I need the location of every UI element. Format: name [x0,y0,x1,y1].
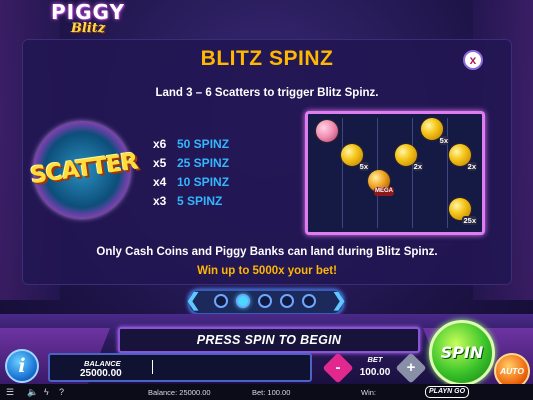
provider-logo: PLAYN GO [425,386,470,398]
bet-label: BET [367,355,383,364]
increase-bet-button[interactable]: + [395,352,427,384]
page-dot-4[interactable] [280,294,294,308]
close-button[interactable]: x [463,50,483,70]
page-navigator: ❮ ❯ [178,286,354,315]
paytable-subtitle: Land 3 – 6 Scatters to trigger Blitz Spi… [155,87,379,99]
info-button[interactable]: i [5,349,39,383]
message-bar: PRESS SPIN TO BEGIN [118,327,420,353]
payout-list: x6 50 SPINZ x5 25 SPINZ x4 10 SPINZ x3 5 SPI… [153,135,229,211]
max-win-text: Win up to 5000x your bet! [197,265,337,277]
info-text: Only Cash Coins and Piggy Banks can land… [96,246,438,258]
coin-multiplier: 5x [438,136,449,145]
payout-count: x4 [153,175,167,189]
status-win: Win: [361,388,376,397]
cash-coin-icon: 2x [449,144,477,171]
coin-multiplier: 2x [412,162,423,171]
payout-count: x6 [153,137,167,151]
piggy-bank-icon [316,120,338,142]
coin-multiplier: MEGA [374,187,394,196]
payout-count: x3 [153,194,167,208]
menu-icon[interactable]: ☰ [6,387,14,398]
bet-value: 100.00 [359,367,391,378]
mega-coin-icon: MEGA [368,170,394,196]
grid-divider [412,118,413,228]
payout-row: x6 50 SPINZ [153,135,229,154]
balance-display: BALANCE 25000.00 [48,353,312,382]
example-reel-grid: 5x 5x 2x 2x MEGA 25x [305,111,485,235]
minus-icon: - [335,359,341,376]
status-bar: ☰ 🔈 ϟ ? Balance: 25000.00 Bet: 100.00 Wi… [0,384,533,400]
bet-display: BET 100.00 [355,355,395,378]
payout-count: x5 [153,156,167,170]
coin-multiplier: 2x [466,162,477,171]
sound-icon[interactable]: 🔈 [27,387,38,398]
turbo-icon[interactable]: ϟ [44,387,49,397]
spin-button[interactable]: SPIN [429,320,495,386]
page-dot-1[interactable] [214,294,228,308]
prev-page-button[interactable]: ❮ [184,289,202,311]
cash-coin-icon: 25x [449,198,477,225]
plus-icon: + [406,359,416,376]
payout-spins: 25 SPINZ [177,156,230,170]
payout-spins: 10 SPINZ [177,175,230,189]
scatter-symbol: SCATTER [29,118,139,226]
balance-label: BALANCE [84,359,121,368]
decrease-bet-button[interactable]: - [322,352,354,384]
payout-row: x4 10 SPINZ [153,173,229,192]
coin-multiplier: 5x [358,162,369,171]
page-dot-5[interactable] [302,294,316,308]
logo-line1: PIGGY [51,0,125,24]
next-page-button[interactable]: ❯ [330,289,348,311]
grid-divider [342,118,343,228]
payout-spins: 50 SPINZ [177,137,230,151]
coin-multiplier: 25x [462,216,477,225]
text-cursor [152,360,153,374]
payout-spins: 5 SPINZ [177,194,223,208]
cash-coin-icon: 2x [395,144,423,171]
page-dot-2[interactable] [236,294,250,308]
game-screen: PIGGY Blitz BLITZ SPINZ x Land 3 – 6 Sca… [0,0,533,400]
payout-row: x5 25 SPINZ [153,154,229,173]
balance-value: 25000.00 [80,368,122,379]
help-icon[interactable]: ? [59,387,64,397]
status-balance: Balance: 25000.00 [148,388,211,397]
paytable-panel: BLITZ SPINZ x Land 3 – 6 Scatters to tri… [22,39,512,285]
page-dot-3[interactable] [258,294,272,308]
payout-row: x3 5 SPINZ [153,192,229,211]
cash-coin-icon: 5x [341,144,369,171]
status-bet: Bet: 100.00 [252,388,291,397]
cash-coin-icon: 5x [421,118,449,145]
paytable-title: BLITZ SPINZ [200,47,334,70]
game-logo: PIGGY Blitz [44,2,132,40]
grid-divider [447,118,448,228]
